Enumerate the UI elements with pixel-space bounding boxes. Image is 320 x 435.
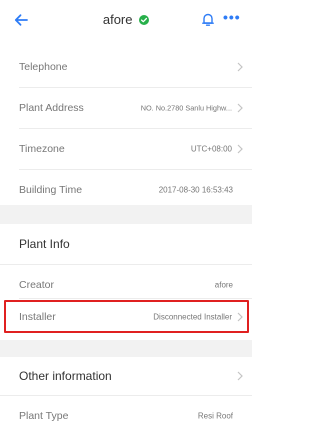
- highlight-box: [4, 300, 249, 333]
- row-plant-address[interactable]: Plant Address NO. No.2780 Sanlu Highw...: [0, 88, 252, 128]
- row-building-time: Building Time 2017-08-30 16:53:43: [0, 170, 252, 210]
- row-label: Creator: [19, 279, 55, 291]
- row-label: Plant Address: [19, 102, 84, 114]
- row-value: afore: [214, 280, 233, 290]
- check-circle-icon: [139, 15, 150, 25]
- more-options-button[interactable]: •••: [223, 10, 245, 26]
- chevron-right-icon: [237, 62, 243, 72]
- row-label: Plant Type: [19, 409, 69, 422]
- section-header-other-information[interactable]: Other information: [0, 357, 252, 395]
- row-value: UTC+08:00: [190, 144, 232, 154]
- row-plant-type: Plant Type Resi Roof: [0, 396, 252, 435]
- row-value: Resi Roof: [197, 411, 233, 420]
- chevron-right-icon: [237, 144, 243, 154]
- row-label: Building Time: [19, 184, 83, 196]
- plant-detail-screen: afore ••• Telephone Plant Address NO. No…: [0, 0, 252, 435]
- section-header-plant-info: Plant Info: [0, 224, 252, 264]
- row-value: NO. No.2780 Sanlu Highw...: [140, 103, 232, 113]
- chevron-right-icon: [237, 371, 243, 381]
- top-bar: afore •••: [0, 0, 252, 41]
- row-label: Timezone: [19, 143, 65, 155]
- row-label: Telephone: [19, 61, 68, 73]
- page-title: afore: [102, 12, 133, 27]
- section-gap: [0, 205, 252, 224]
- row-value: 2017-08-30 16:53:43: [158, 185, 233, 195]
- section-gap: [0, 340, 252, 357]
- chevron-right-icon: [237, 103, 243, 113]
- row-timezone[interactable]: Timezone UTC+08:00: [0, 129, 252, 169]
- section-title: Other information: [19, 369, 112, 383]
- bell-icon[interactable]: [201, 12, 215, 27]
- row-telephone[interactable]: Telephone: [0, 47, 252, 87]
- section-title: Plant Info: [19, 237, 70, 251]
